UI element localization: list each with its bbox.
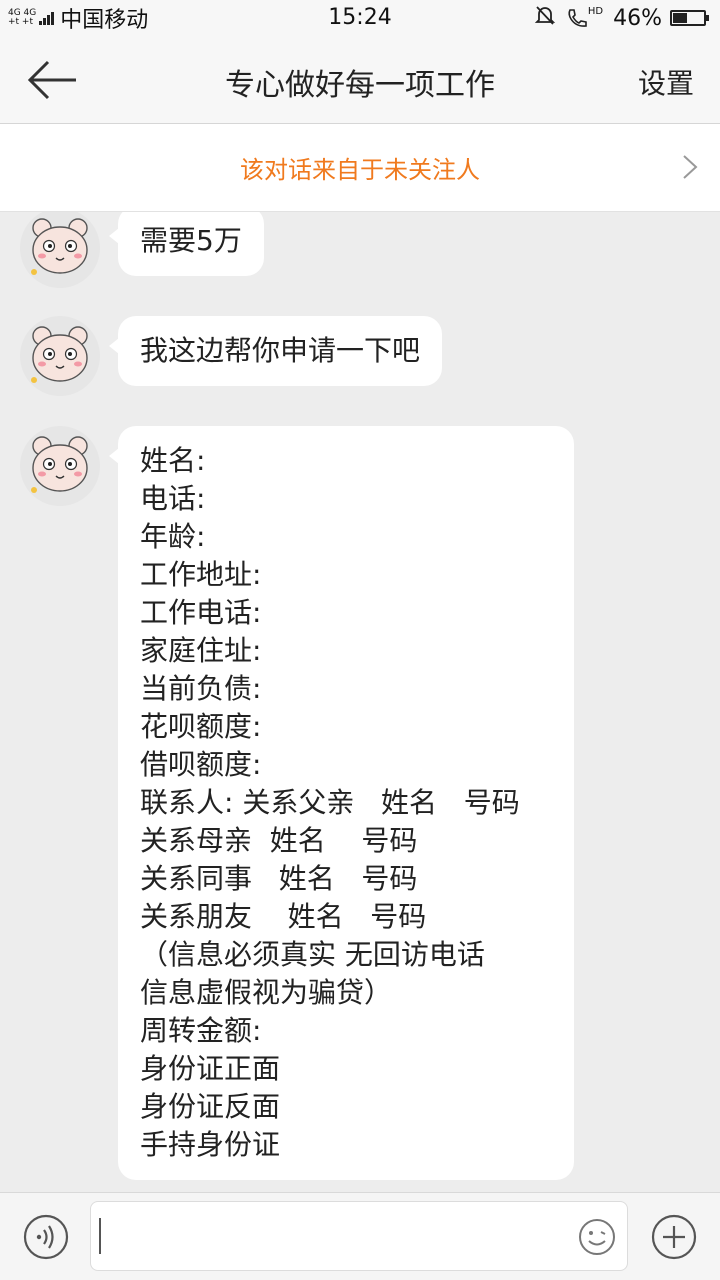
form-line: 年龄:	[140, 520, 206, 553]
chevron-right-icon	[683, 155, 698, 179]
form-line: 工作地址:	[140, 558, 262, 591]
form-line: 关系母亲 姓名 号码	[140, 824, 418, 857]
status-bar: 4G 4G +t +t 中国移动 15:24 HD 46%	[0, 0, 720, 38]
settings-button[interactable]: 设置	[638, 62, 694, 102]
battery-level-fill	[673, 13, 687, 23]
voice-icon	[23, 1214, 69, 1260]
form-line: 周转金额:	[140, 1014, 262, 1047]
form-line: 姓名:	[140, 444, 206, 477]
contact-avatar[interactable]	[20, 426, 100, 506]
contact-avatar[interactable]	[20, 212, 100, 288]
hd-call-icon: HD	[566, 7, 603, 29]
message-text: 需要5万	[140, 224, 242, 257]
form-line: 花呗额度:	[140, 710, 262, 743]
form-line: 联系人: 关系父亲 姓名 号码	[140, 786, 520, 819]
form-line: 关系朋友 姓名 号码	[140, 900, 427, 933]
hd-label: HD	[587, 6, 604, 17]
stranger-notice[interactable]: 该对话来自于未关注人	[0, 124, 720, 212]
bear-avatar-icon	[31, 326, 88, 383]
form-line: 手持身份证	[140, 1128, 281, 1161]
text-caret	[99, 1218, 101, 1254]
plus-icon	[651, 1214, 697, 1260]
more-button[interactable]	[650, 1213, 698, 1261]
message-bubble[interactable]: 需要5万	[109, 212, 264, 276]
chat-title: 专心做好每一项工作	[225, 68, 495, 103]
battery-icon	[670, 10, 709, 26]
form-line: 借呗额度:	[140, 748, 262, 781]
form-line: 身份证反面	[140, 1090, 281, 1123]
mute-bell-icon	[534, 4, 556, 32]
message-text: 我这边帮你申请一下吧	[140, 334, 421, 367]
contact-avatar[interactable]	[20, 316, 100, 396]
message-bubble[interactable]: 姓名: 电话: 年龄: 工作地址: 工作电话: 家庭住址: 当前负债: 花呗额度…	[109, 426, 574, 1180]
message-bubble[interactable]: 我这边帮你申请一下吧	[108, 316, 443, 386]
battery-percent: 46%	[613, 5, 662, 31]
input-bar	[0, 1192, 720, 1280]
notice-text: 该对话来自于未关注人	[240, 156, 480, 184]
form-line: 当前负债:	[140, 672, 262, 705]
form-line: 电话:	[140, 482, 206, 515]
chat-header: 专心做好每一项工作 设置	[0, 38, 720, 124]
emoji-icon	[579, 1219, 615, 1255]
form-line: 信息虚假视为骗贷）	[140, 976, 393, 1009]
form-line: 关系同事 姓名 号码	[140, 862, 418, 895]
bear-avatar-icon	[31, 436, 88, 493]
form-line: 工作电话:	[140, 596, 262, 629]
bear-avatar-icon	[31, 218, 88, 275]
voice-button[interactable]	[22, 1213, 70, 1261]
status-right: HD 46%	[534, 4, 709, 32]
emoji-button[interactable]	[577, 1217, 617, 1257]
form-line: 身份证正面	[140, 1052, 281, 1085]
message-input[interactable]	[90, 1201, 628, 1271]
form-line: 家庭住址:	[140, 634, 262, 667]
form-line: （信息必须真实 无回访电话	[140, 938, 485, 971]
message-list[interactable]: 需要5万 我这边帮你申请一下吧 姓名: 电话: 年龄: 工作地址: 工作电话: …	[0, 212, 720, 1192]
